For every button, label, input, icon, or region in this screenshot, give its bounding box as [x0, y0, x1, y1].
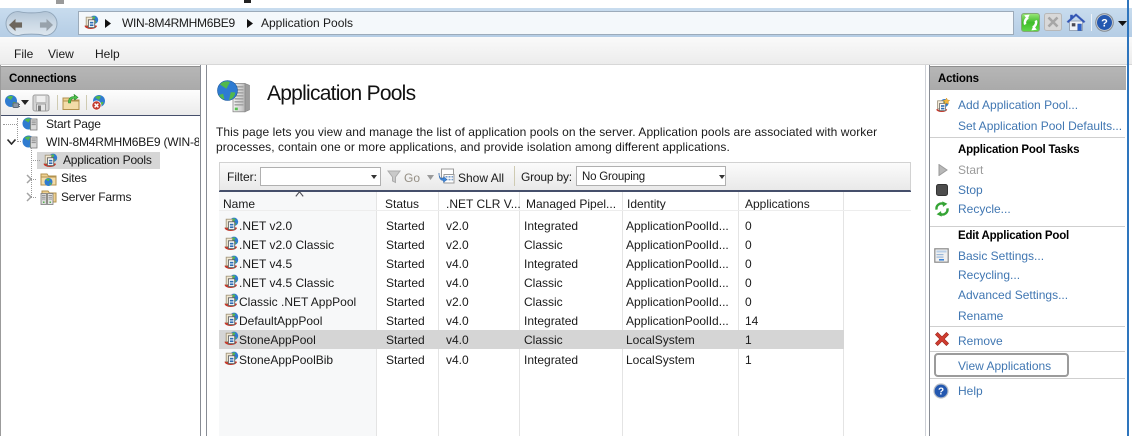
svg-text:?: ?	[1101, 17, 1108, 29]
svg-text:?: ?	[938, 387, 944, 398]
